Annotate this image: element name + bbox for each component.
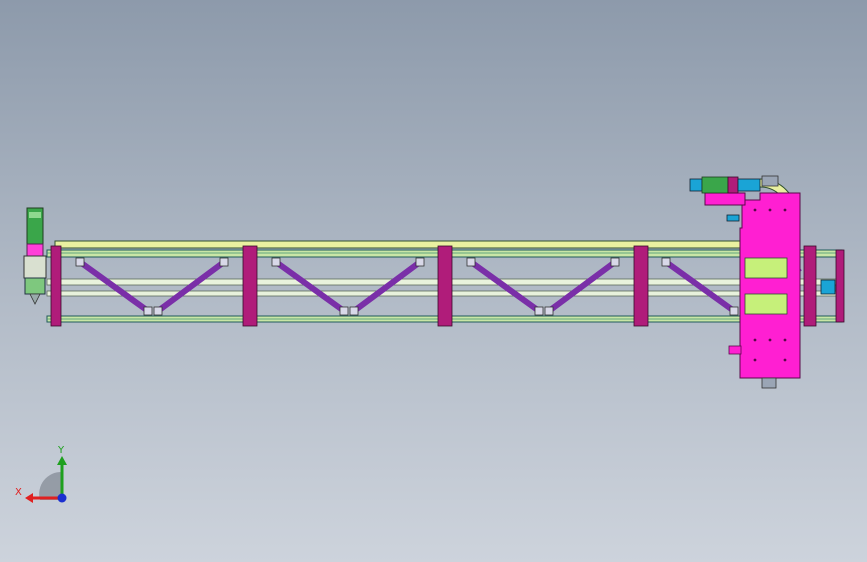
cable-chain bbox=[54, 178, 801, 250]
left-drive-motor[interactable] bbox=[23, 207, 47, 305]
triad-z-axis bbox=[57, 493, 67, 503]
triad-x-label: X bbox=[15, 487, 22, 498]
gantry-model[interactable]: Y X bbox=[0, 0, 867, 562]
triad-y-label: Y bbox=[57, 445, 65, 456]
coordinate-triad: Y X bbox=[15, 445, 67, 503]
frame-posts bbox=[50, 245, 845, 327]
cad-viewport[interactable]: Y X bbox=[0, 0, 867, 562]
carriage-drive-motor[interactable] bbox=[689, 175, 779, 194]
